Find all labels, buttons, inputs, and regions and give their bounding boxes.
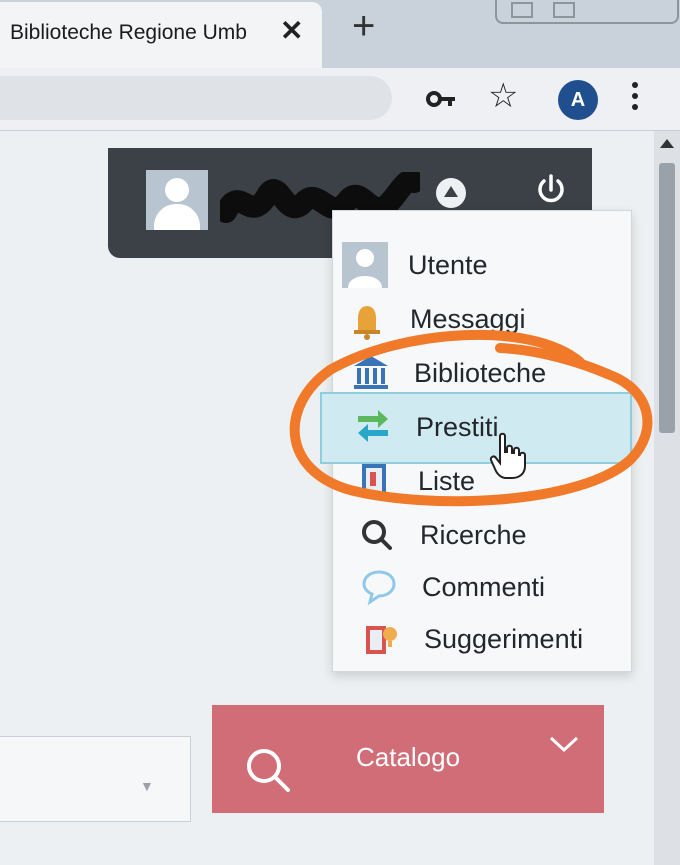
tab-close-icon[interactable]: ✕	[280, 16, 303, 46]
bookmark-star-icon[interactable]: ☆	[488, 78, 518, 114]
search-icon	[362, 520, 392, 550]
window-controls	[495, 0, 679, 24]
search-button-icon	[247, 749, 290, 792]
key-icon[interactable]	[426, 86, 456, 112]
hand-cursor-icon	[489, 432, 526, 479]
menu-item-label: Biblioteche	[414, 358, 547, 388]
menu-item-label: Utente	[408, 250, 488, 280]
menu-item-label: Suggerimenti	[424, 624, 584, 654]
browser-tab[interactable]: Biblioteche Regione Umb ✕	[0, 2, 322, 68]
chevron-down-icon[interactable]	[548, 734, 580, 754]
new-tab-button[interactable]: +	[352, 6, 375, 46]
scroll-up-arrow-icon[interactable]	[660, 139, 674, 148]
catalog-label: Catalogo	[356, 742, 461, 772]
minimize-icon[interactable]	[511, 2, 533, 18]
scrollbar-thumb[interactable]	[659, 163, 675, 433]
book-list-icon	[362, 464, 386, 498]
restore-icon[interactable]	[553, 2, 575, 18]
tab-title: Biblioteche Regione Umb	[10, 21, 247, 44]
bell-icon	[354, 306, 380, 340]
close-window-icon[interactable]	[627, 2, 645, 14]
menu-item-label: Ricerche	[420, 520, 527, 550]
profile-avatar[interactable]: A	[558, 80, 598, 120]
menu-item-label: Messaggi	[410, 304, 526, 334]
library-icon	[354, 356, 388, 389]
suggestion-icon	[366, 626, 397, 654]
menu-item-label: Prestiti	[416, 412, 499, 442]
menu-item-label: Liste	[418, 466, 476, 496]
power-icon[interactable]	[533, 172, 569, 208]
url-field[interactable]	[0, 76, 392, 120]
user-icon	[342, 242, 388, 288]
menu-item-label: Commenti	[422, 572, 546, 602]
select-caret-icon: ▼	[140, 778, 154, 794]
comment-icon	[362, 570, 396, 606]
scrollbar[interactable]	[654, 131, 680, 865]
loan-arrows-icon	[358, 410, 388, 442]
user-avatar[interactable]	[146, 170, 208, 230]
search-type-select[interactable]	[0, 736, 191, 822]
user-menu-toggle[interactable]	[436, 178, 466, 208]
browser-tab-bar: Biblioteche Regione Umb ✕ +	[0, 0, 680, 68]
kebab-menu-icon[interactable]	[632, 82, 638, 115]
